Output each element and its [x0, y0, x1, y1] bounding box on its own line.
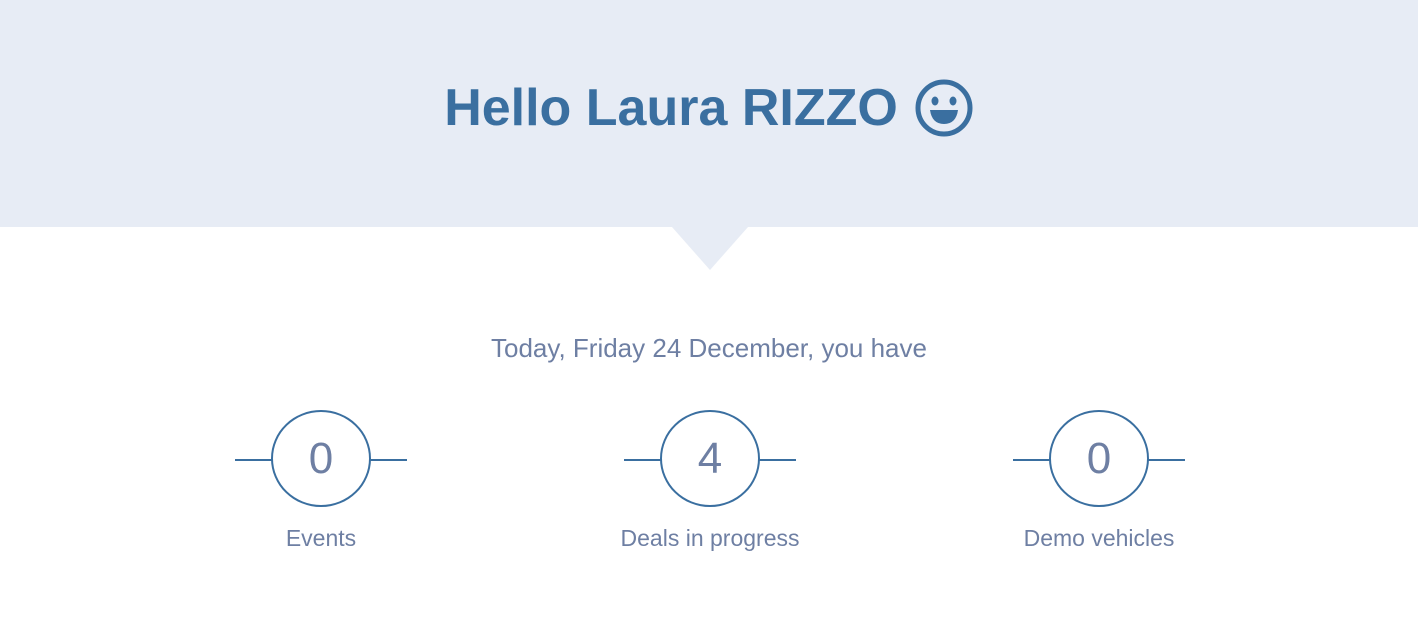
stat-label: Deals in progress — [620, 525, 800, 551]
banner-pointer — [672, 227, 748, 270]
smiley-icon — [915, 79, 973, 137]
greeting-title: Hello Laura RIZZO — [444, 79, 898, 137]
stat-connector-left — [1013, 459, 1050, 461]
stat-connector-left — [624, 459, 661, 461]
greeting-row: Hello Laura RIZZO — [0, 72, 1418, 144]
summary-text: Today, Friday 24 December, you have — [491, 333, 927, 363]
stat-deals-in-progress[interactable]: 4 Deals in progress — [580, 408, 840, 568]
greeting-banner: Hello Laura RIZZO — [0, 0, 1418, 227]
stat-count-circle: 0 — [271, 410, 371, 507]
stat-label: Events — [285, 525, 357, 551]
stat-count-circle: 4 — [660, 410, 760, 507]
stat-label: Demo vehicles — [1023, 525, 1175, 551]
stat-count-circle: 0 — [1049, 410, 1149, 507]
stat-demo-vehicles[interactable]: 0 Demo vehicles — [969, 408, 1229, 568]
stat-events[interactable]: 0 Events — [191, 408, 451, 568]
dashboard-page: Hello Laura RIZZO Today, Friday 24 Decem… — [0, 0, 1418, 641]
stat-connector-right — [370, 459, 407, 461]
stat-connector-left — [235, 459, 272, 461]
stat-connector-right — [1148, 459, 1185, 461]
stat-connector-right — [759, 459, 796, 461]
